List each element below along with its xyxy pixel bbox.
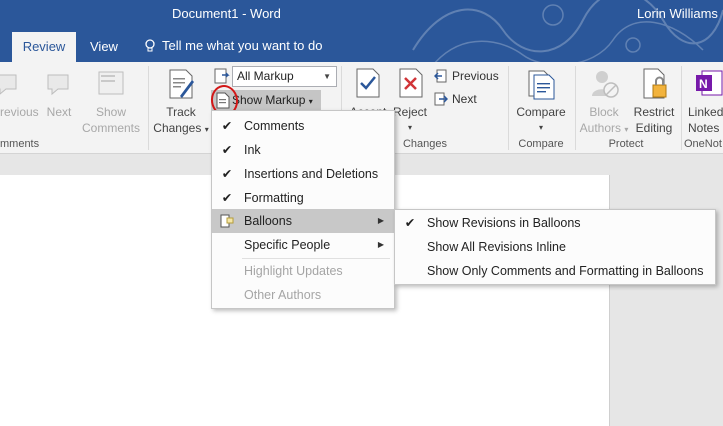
restrict-editing-label-2: Editing — [635, 121, 673, 135]
menu-item-insertions-deletions[interactable]: ✔ Insertions and Deletions — [212, 162, 394, 186]
menu-item-label: Show Revisions in Balloons — [427, 216, 581, 230]
svg-text:N: N — [699, 77, 708, 91]
show-markup-menu: ✔ Comments ✔ Ink ✔ Insertions and Deleti… — [211, 110, 395, 309]
next-change-icon — [434, 92, 448, 106]
menu-item-label: Other Authors — [244, 288, 322, 302]
display-for-review-icon — [214, 68, 230, 84]
previous-change-label: Previous — [452, 69, 499, 83]
check-icon: ✔ — [221, 143, 233, 157]
display-for-review-select[interactable]: All Markup ▼ — [232, 66, 337, 87]
menu-item-label: Show All Revisions Inline — [427, 240, 566, 254]
menu-item-ink[interactable]: ✔ Ink — [212, 138, 394, 162]
group-separator — [148, 66, 149, 150]
next-comment-button[interactable]: Next — [44, 104, 74, 120]
block-authors-label-2: Authors ▾ — [579, 121, 629, 135]
track-changes-icon — [169, 69, 194, 99]
group-label-onenote: OneNot — [684, 138, 722, 150]
display-for-review-value: All Markup — [237, 69, 294, 83]
menu-item-label: Show Only Comments and Formatting in Bal… — [427, 264, 704, 278]
check-icon: ✔ — [221, 167, 233, 181]
check-icon: ✔ — [221, 119, 233, 133]
show-comments-icon — [98, 71, 124, 95]
show-comments-label-1: Show — [95, 105, 127, 119]
tell-me-label: Tell me what you want to do — [162, 38, 323, 53]
chevron-down-icon: ▾ — [407, 123, 412, 132]
document-title: Document1 - Word — [172, 6, 281, 21]
menu-item-show-only-comments-formatting[interactable]: Show Only Comments and Formatting in Bal… — [395, 259, 715, 283]
group-separator — [508, 66, 509, 150]
linked-notes-label-1: Linked — [688, 105, 723, 119]
group-label-compare: Compare — [518, 138, 564, 150]
group-label-changes: Changes — [402, 138, 448, 150]
menu-item-balloons[interactable]: Balloons ▶ — [212, 209, 394, 233]
balloons-submenu: ✔ Show Revisions in Balloons Show All Re… — [394, 209, 716, 285]
menu-item-other-authors: Other Authors — [212, 283, 394, 307]
chevron-down-icon: ▾ — [538, 123, 543, 132]
restrict-editing-button[interactable]: Restrict Editing — [630, 104, 678, 136]
menu-item-label: Balloons — [244, 214, 292, 228]
block-authors-icon — [592, 71, 619, 98]
reject-button[interactable]: Reject ▾ — [392, 104, 428, 136]
menu-item-label: Insertions and Deletions — [244, 167, 379, 181]
previous-comment-icon — [0, 74, 17, 95]
check-icon: ✔ — [404, 216, 416, 230]
next-comment-icon — [47, 74, 69, 96]
show-markup-label: Show Markup ▾ — [232, 93, 313, 107]
tell-me-search[interactable]: Tell me what you want to do — [144, 38, 322, 53]
group-label-protect: Protect — [608, 138, 644, 150]
menu-item-formatting[interactable]: ✔ Formatting — [212, 186, 394, 210]
user-name[interactable]: Lorin Williams — [637, 6, 718, 21]
accept-icon — [356, 68, 380, 98]
chevron-right-icon: ▶ — [377, 216, 384, 225]
block-authors-label-1: Block — [589, 105, 619, 119]
lightbulb-icon — [145, 38, 155, 51]
track-changes-label-2: Changes ▾ — [153, 121, 209, 135]
group-label-comments: mments — [0, 138, 40, 150]
restrict-editing-label-1: Restrict — [633, 105, 675, 119]
menu-item-highlight-updates: Highlight Updates — [212, 259, 394, 283]
chevron-right-icon: ▶ — [377, 240, 384, 249]
compare-icon — [528, 70, 555, 100]
show-comments-label-2: Comments — [81, 121, 140, 135]
linked-notes-button[interactable]: Linked Notes — [688, 104, 723, 136]
chevron-down-icon: ▼ — [323, 72, 331, 81]
group-separator — [681, 66, 682, 150]
previous-change-icon — [434, 69, 447, 83]
menu-item-show-all-revisions-inline[interactable]: Show All Revisions Inline — [395, 235, 715, 259]
menu-item-label: Ink — [244, 143, 261, 157]
tab-view[interactable]: View — [78, 32, 130, 62]
reject-icon — [399, 68, 423, 98]
track-changes-button[interactable]: Track Changes ▾ — [150, 104, 212, 138]
menu-item-label: Specific People — [244, 238, 331, 252]
previous-change-button[interactable]: Previous — [434, 69, 499, 83]
block-authors-button[interactable]: Block Authors ▾ — [578, 104, 630, 138]
show-comments-button[interactable]: Show Comments — [80, 104, 142, 136]
menu-item-comments[interactable]: ✔ Comments — [212, 114, 394, 138]
check-icon: ✔ — [221, 191, 233, 205]
next-change-button[interactable]: Next — [434, 92, 477, 106]
menu-item-label: Formatting — [244, 191, 304, 205]
linked-notes-label-2: Notes — [688, 121, 720, 135]
tab-review[interactable]: Review — [12, 32, 76, 62]
next-change-label: Next — [452, 92, 477, 106]
previous-comment-button[interactable]: revious — [0, 104, 40, 120]
menu-item-specific-people[interactable]: Specific People ▶ — [212, 233, 394, 257]
balloons-icon — [220, 214, 234, 228]
menu-item-label: Highlight Updates — [244, 264, 343, 278]
compare-button[interactable]: Compare ▾ — [512, 104, 570, 136]
reject-label: Reject — [392, 105, 427, 119]
menu-item-label: Comments — [244, 119, 305, 133]
onenote-icon: N — [696, 70, 723, 96]
track-changes-label-1: Track — [166, 105, 196, 119]
restrict-editing-icon — [643, 68, 667, 99]
menu-item-show-revisions-in-balloons[interactable]: ✔ Show Revisions in Balloons — [395, 211, 715, 235]
compare-label: Compare — [516, 105, 566, 119]
group-separator — [575, 66, 576, 150]
title-bar: Document1 - Word Lorin Williams Review V… — [0, 0, 723, 62]
